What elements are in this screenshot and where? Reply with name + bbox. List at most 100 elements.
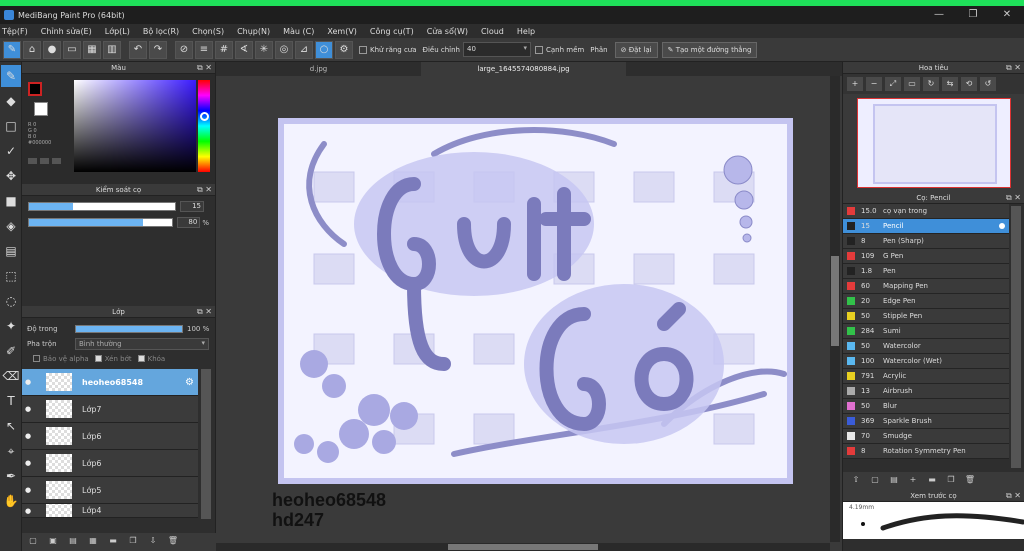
parallel-snap-icon[interactable]: ≡ [195,40,213,59]
radial-snap-icon[interactable]: ✳ [255,40,273,59]
brush-row[interactable]: 100 Watercolor (Wet) [843,354,1009,369]
horizontal-scroll-thumb[interactable] [448,544,598,550]
brush-row[interactable]: 20 Edge Pen [843,294,1009,309]
create-straight-line-button[interactable]: ✎ Tạo một đường thẳng [661,41,758,58]
menu-help[interactable]: Help [517,27,535,36]
saturation-value-picker[interactable] [74,80,196,172]
panel-window-icons[interactable]: ⧉ ✕ [1006,490,1021,502]
menu-view[interactable]: Xem(V) [327,27,357,36]
eye-icon[interactable]: ● [22,459,34,467]
select-eraser-icon[interactable]: ⌫ [1,365,21,387]
canvas-vertical-scrollbar[interactable] [830,76,840,542]
brush-row[interactable]: 50 Watercolor [843,339,1009,354]
speech-icon[interactable]: ● [43,40,61,59]
soft-edge-checkbox[interactable] [535,45,543,54]
brush-row[interactable]: 1.8 Pen [843,264,1009,279]
layer-row[interactable]: ● Lớp5 [22,477,198,504]
foreground-color-swatch[interactable] [28,82,42,96]
select-pen-icon[interactable]: ✐ [1,340,21,362]
move-icon[interactable]: ✥ [1,165,21,187]
minimize-button[interactable]: — [922,6,956,24]
brush-row[interactable]: 50 Stipple Pen [843,309,1009,324]
actual-size-icon[interactable]: ▭ [904,77,920,91]
panel-window-icons[interactable]: ⧉ ✕ [1006,192,1021,204]
text-icon[interactable]: T [1,390,21,412]
brush-row[interactable]: 284 Sumi [843,324,1009,339]
tab-large-jpg[interactable]: large_1645574080884.jpg [421,62,626,76]
vanish-snap-icon[interactable]: ⊿ [295,40,313,59]
menu-window[interactable]: Cửa sổ(W) [427,27,468,36]
select-icon[interactable]: ⬚ [1,265,21,287]
check-icon[interactable]: ✓ [1,140,21,162]
background-color-swatch[interactable] [34,102,48,116]
brush-row[interactable]: 15 Pencil [843,219,1009,234]
canvas-horizontal-scrollbar[interactable] [216,543,830,551]
brush-list-scrollbar[interactable] [1011,206,1021,468]
grid-add-icon[interactable]: ▦ [83,40,101,59]
menu-edit[interactable]: Chỉnh sửa(E) [41,27,92,36]
brush-row[interactable]: 15.0 cọ vạn trong [843,204,1009,219]
brush-row[interactable]: 13 Airbrush [843,384,1009,399]
layer-row[interactable]: ● Lớp7 [22,396,198,423]
wand-icon[interactable]: ✦ [1,315,21,337]
eraser-icon[interactable]: ◆ [1,90,21,112]
panel-window-icons[interactable]: ⧉ ✕ [1006,62,1021,74]
settings-snap-icon[interactable]: ⚙ [335,40,353,59]
brush-row[interactable]: 50 Blur [843,399,1009,414]
menu-color[interactable]: Màu (C) [283,27,314,36]
eye-icon[interactable]: ● [22,486,34,494]
brush-row[interactable]: 60 Mapping Pen [843,279,1009,294]
undo-icon[interactable]: ↶ [129,40,147,59]
redo-icon[interactable]: ↷ [149,40,167,59]
layer-row[interactable]: ● Lớp6 [22,450,198,477]
rotate-right-icon[interactable]: ↺ [980,77,996,91]
brush-size-slider[interactable] [28,202,176,211]
adjust-select[interactable]: 40 [463,42,531,57]
navigator-preview[interactable] [843,94,1024,192]
fit-icon[interactable]: ⤢ [885,77,901,91]
folder-icon[interactable]: ▬ [106,536,120,548]
copy-icon[interactable]: ❐ [944,475,958,487]
brush-opacity-value[interactable]: 80 [176,217,201,228]
new-brush-icon[interactable]: ▢ [868,475,882,487]
pen-icon[interactable]: ✒ [1,465,21,487]
layer-opacity-slider[interactable] [75,324,183,333]
blend-mode-select[interactable]: Bình thường [75,337,209,350]
flip-icon[interactable]: ⇆ [942,77,958,91]
no-snap-icon[interactable]: ⊘ [175,40,193,59]
add-icon[interactable]: + [906,475,920,487]
brush-row[interactable]: 8 Pen (Sharp) [843,234,1009,249]
add-folder-icon[interactable]: ▦ [86,536,100,548]
layer-row[interactable]: ● Lớp4 [22,504,198,518]
new-halftone-layer-icon[interactable]: ▣ [46,536,60,548]
zoom-in-icon[interactable]: + [847,77,863,91]
brush-size-value[interactable]: 15 [180,201,204,212]
trash-icon[interactable]: 🗑 [166,536,180,548]
reset-button[interactable]: ⊘ Đặt lại [614,41,658,58]
reset-view-icon[interactable]: ⟲ [961,77,977,91]
upload-icon[interactable]: ⇧ [849,475,863,487]
menu-snap[interactable]: Chụp(N) [237,27,270,36]
perspective-snap-icon[interactable]: ∢ [235,40,253,59]
hue-slider[interactable] [198,80,210,172]
merge-down-icon[interactable]: ⇩ [146,536,160,548]
rotate-icon[interactable]: ↻ [923,77,939,91]
lasso-icon[interactable]: ◌ [1,290,21,312]
panel-icon[interactable]: ▥ [103,40,121,59]
layer-row[interactable]: ● heoheo68548 ⚙ [22,369,198,396]
brush-mode-icon[interactable]: ✎ [3,40,21,59]
brush-row[interactable]: 8 Rotation Symmetry Pen [843,444,1009,459]
grid-snap-icon[interactable]: # [215,40,233,59]
folder-icon[interactable]: ▬ [925,475,939,487]
eye-icon[interactable]: ● [22,405,34,413]
new-8bit-layer-icon[interactable]: ▤ [66,536,80,548]
circle-snap-icon[interactable]: ○ [315,40,333,59]
clipping-checkbox[interactable] [94,355,102,362]
brush-row[interactable]: 791 Acrylic [843,369,1009,384]
menu-cloud[interactable]: Cloud [481,27,504,36]
color-mode-buttons[interactable] [28,158,64,164]
tab-d-jpg[interactable]: d.jpg [216,62,421,76]
bag-icon[interactable]: ⌂ [23,40,41,59]
menu-tools[interactable]: Công cụ(T) [370,27,414,36]
menu-filter[interactable]: Bộ lọc(R) [143,27,179,36]
